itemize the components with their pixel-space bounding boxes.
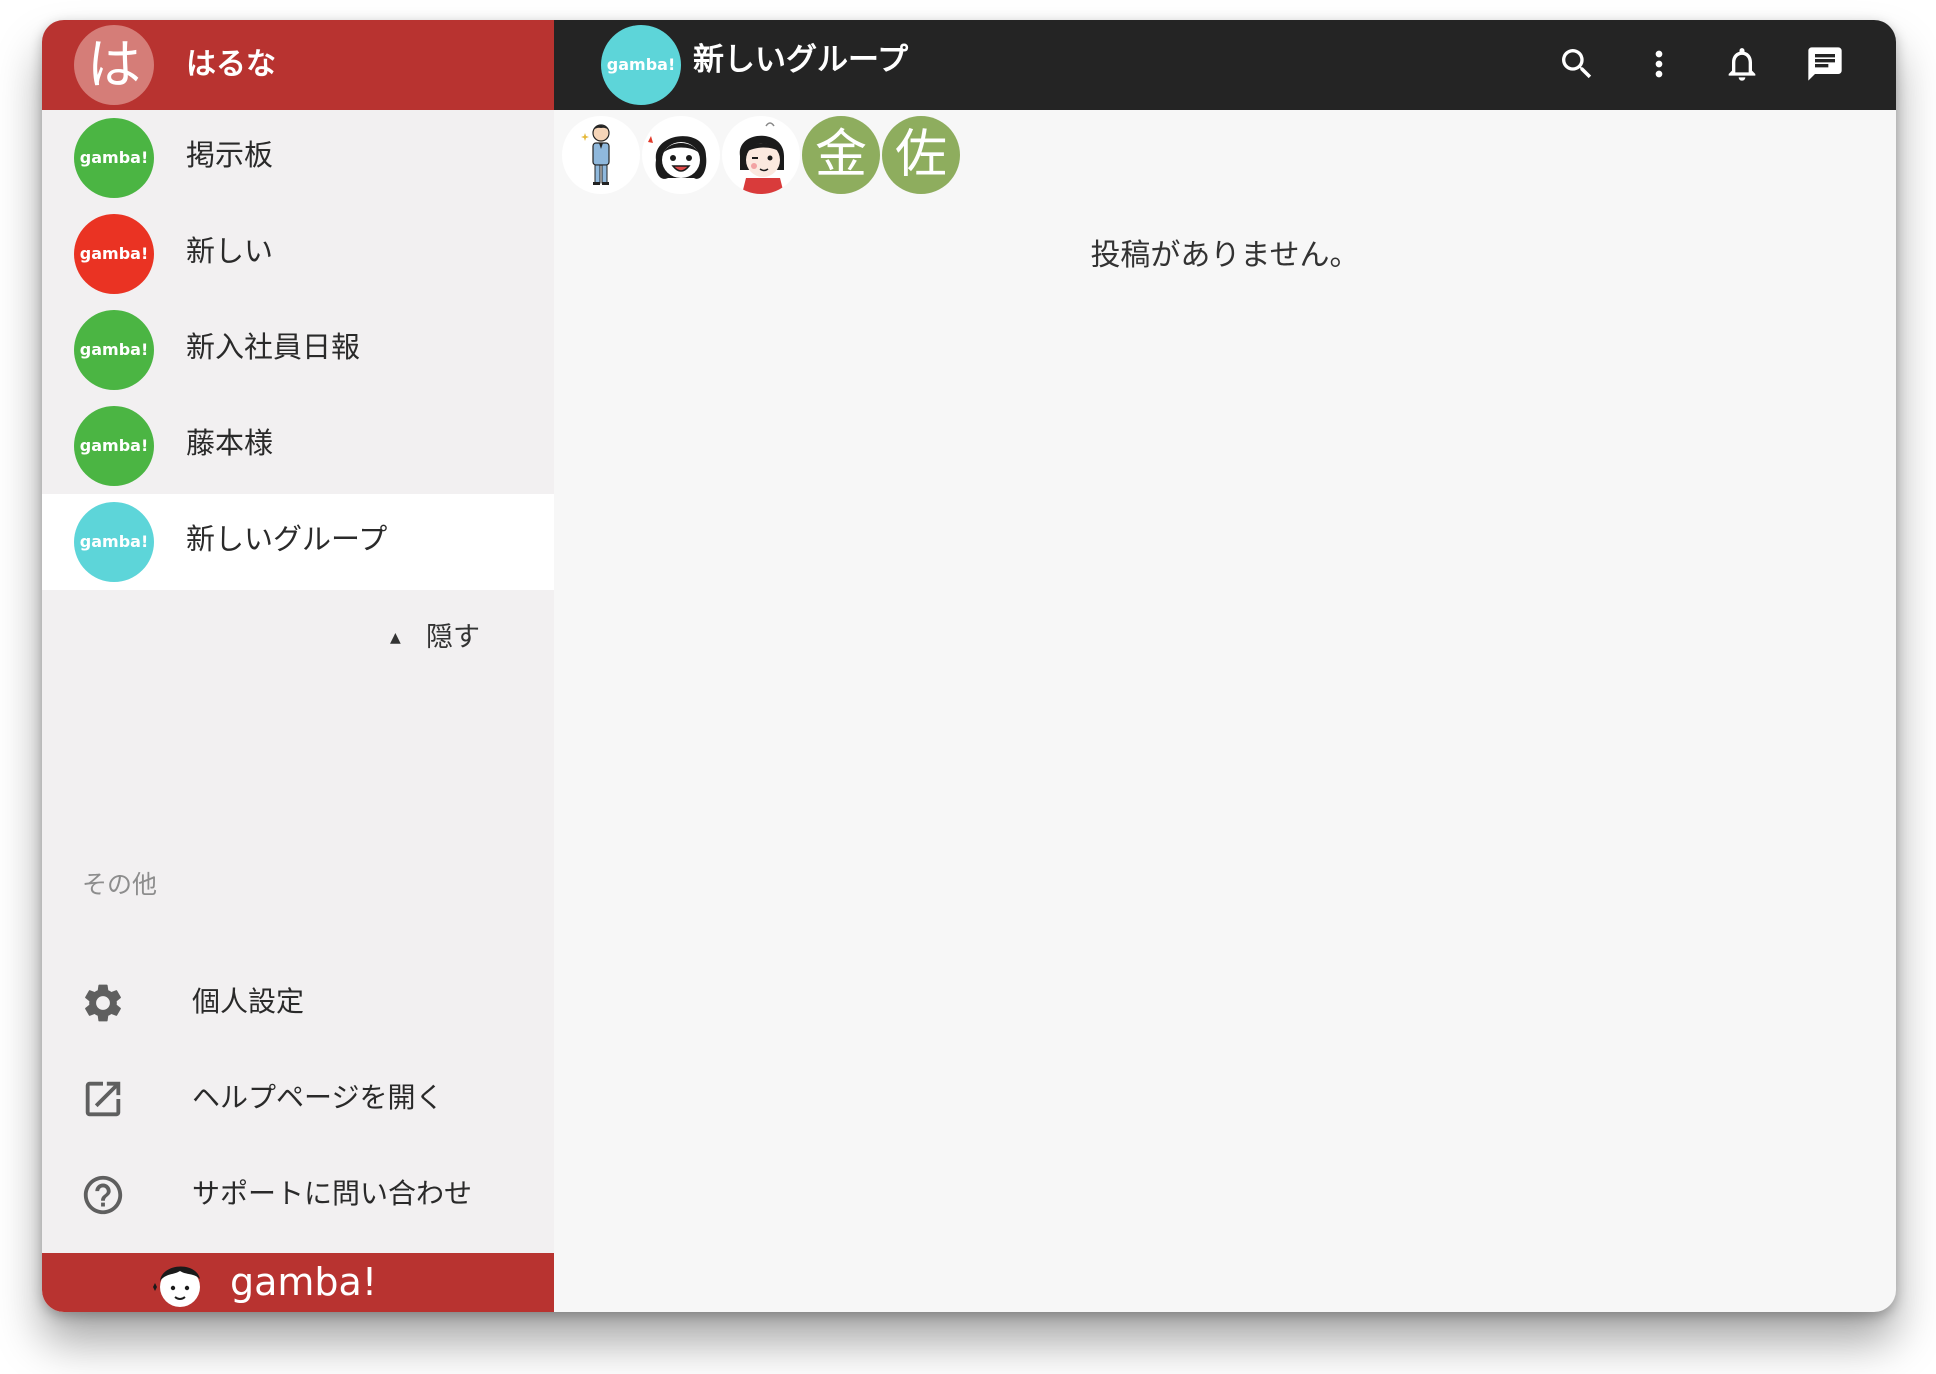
businessman-avatar-icon <box>581 124 610 185</box>
group-label: 藤本様 <box>186 426 274 460</box>
group-item-shinnyu-nippo[interactable]: gamba! 新入社員日報 <box>42 302 554 398</box>
bell-icon[interactable] <box>1722 44 1762 84</box>
current-group-title: 新しいグループ <box>693 42 909 78</box>
search-icon[interactable] <box>1557 44 1597 84</box>
menu-label: ヘルプページを開く <box>192 1081 444 1114</box>
member-avatar-sa[interactable]: 佐 <box>882 116 960 194</box>
empty-posts-message: 投稿がありません。 <box>1090 238 1360 273</box>
group-avatar: gamba! <box>74 406 154 486</box>
member-avatar-girl-winking[interactable] <box>722 116 800 194</box>
group-label: 掲示板 <box>186 138 274 172</box>
menu-label: サポートに問い合わせ <box>192 1177 473 1210</box>
hide-groups-button[interactable]: ▲ 隠す <box>42 610 554 666</box>
user-header[interactable]: は はるな <box>42 20 554 110</box>
external-link-icon <box>85 1081 121 1117</box>
group-item-keijiban[interactable]: gamba! 掲示板 <box>42 110 554 206</box>
chat-icon[interactable] <box>1805 44 1845 84</box>
group-label: 新しいグループ <box>186 522 388 556</box>
menu-open-help[interactable]: ヘルプページを開く <box>42 1058 554 1138</box>
brand-name: gamba! <box>230 1260 378 1304</box>
help-circle-icon <box>83 1175 123 1215</box>
user-name: はるな <box>186 47 276 82</box>
menu-personal-settings[interactable]: 個人設定 <box>42 962 554 1042</box>
group-avatar: gamba! <box>74 214 154 294</box>
group-item-new-group[interactable]: gamba! 新しいグループ <box>42 494 554 590</box>
group-label: 新入社員日報 <box>186 330 361 364</box>
group-avatar: gamba! <box>74 118 154 198</box>
member-avatar-kin[interactable]: 金 <box>802 116 880 194</box>
group-avatar: gamba! <box>74 502 154 582</box>
other-section-title: その他 <box>82 870 158 899</box>
mascot-logo-icon <box>153 1266 200 1307</box>
menu-label: 個人設定 <box>192 985 305 1018</box>
app-window: は はるな gamba! 掲示板 gamba! 新しい gamba! 新入社員日… <box>42 20 1896 1312</box>
group-list: gamba! 掲示板 gamba! 新しい gamba! 新入社員日報 gamb… <box>42 110 554 590</box>
member-avatar-businessman[interactable] <box>562 116 640 194</box>
brand-footer: gamba! <box>42 1253 554 1312</box>
topbar: gamba! 新しいグループ <box>554 20 1896 110</box>
sidebar: は はるな gamba! 掲示板 gamba! 新しい gamba! 新入社員日… <box>42 20 554 1312</box>
current-group-avatar[interactable]: gamba! <box>601 25 681 105</box>
caret-up-icon: ▲ <box>390 630 401 646</box>
group-item-atarashii[interactable]: gamba! 新しい <box>42 206 554 302</box>
hide-label: 隠す <box>426 622 480 653</box>
girl-winking-avatar-icon <box>739 122 784 194</box>
group-avatar: gamba! <box>74 310 154 390</box>
girl-smiling-avatar-icon <box>648 136 707 179</box>
group-item-fujimoto[interactable]: gamba! 藤本様 <box>42 398 554 494</box>
gear-icon <box>85 984 121 1022</box>
more-vert-icon[interactable] <box>1639 44 1679 84</box>
group-label: 新しい <box>186 234 274 268</box>
member-avatar-girl-smiling[interactable] <box>642 116 720 194</box>
menu-contact-support[interactable]: サポートに問い合わせ <box>42 1154 554 1234</box>
user-avatar[interactable]: は <box>74 25 154 105</box>
